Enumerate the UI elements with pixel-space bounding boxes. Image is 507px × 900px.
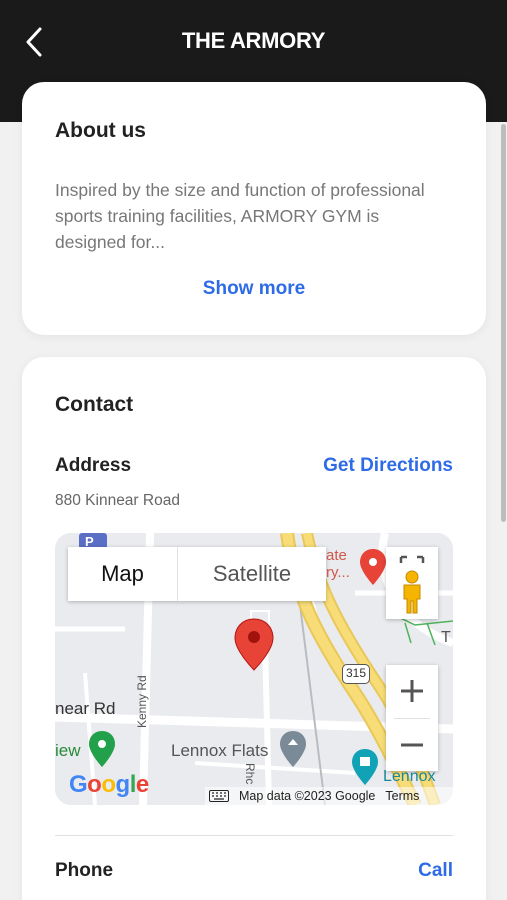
about-description: Inspired by the size and function of pro… <box>55 180 425 252</box>
road-label-rhc: Rhc <box>243 763 257 785</box>
road-label-kenny-rd: Kenny Rd <box>135 675 149 728</box>
section-divider <box>55 835 453 836</box>
get-directions-link[interactable]: Get Directions <box>323 455 453 477</box>
scrollbar[interactable] <box>501 124 506 522</box>
poi-label-lennox-flats: Lennox Flats <box>171 741 269 760</box>
zoom-controls <box>386 665 438 771</box>
phone-label: Phone <box>55 860 114 881</box>
address-label: Address <box>55 455 132 476</box>
plus-icon <box>401 680 423 702</box>
show-more-link[interactable]: Show more <box>22 278 486 300</box>
poi-label-view: iew <box>55 741 81 760</box>
google-logo-letter: e <box>135 771 149 798</box>
address-text: 880 Kinnear Road <box>55 492 180 509</box>
zoom-out-button[interactable] <box>386 719 438 771</box>
call-link[interactable]: Call <box>418 860 453 882</box>
keyboard-icon[interactable] <box>209 790 229 802</box>
pegman-icon <box>403 570 421 614</box>
about-title: About us <box>55 119 146 142</box>
poi-label-ate: ate ry... <box>326 547 350 581</box>
zoom-in-button[interactable] <box>386 665 438 717</box>
map-attribution-bar: Map data ©2023 Google Terms <box>205 787 453 805</box>
google-logo-letter: G <box>69 771 88 798</box>
map-terms-link[interactable]: Terms <box>385 789 419 803</box>
map-type-map-button[interactable]: Map <box>68 547 178 601</box>
route-shield-315: 315 <box>342 664 370 684</box>
google-logo-letter: g <box>115 771 131 798</box>
about-card: About us Inspired by the size and functi… <box>22 82 486 335</box>
map-type-satellite-button[interactable]: Satellite <box>178 547 326 601</box>
street-view-pegman-button[interactable] <box>386 547 438 619</box>
google-logo[interactable]: Google <box>69 771 149 799</box>
map-view[interactable]: P Map Satellite ate ry... near Rd iew Le… <box>55 533 453 805</box>
map-attribution: Map data ©2023 Google <box>239 789 376 803</box>
map-type-toggle: Map Satellite <box>68 547 326 601</box>
road-label-near-rd: near Rd <box>55 699 116 718</box>
google-logo-letter: o <box>87 771 102 798</box>
minus-icon <box>401 743 423 747</box>
google-logo-letter: o <box>101 771 116 798</box>
page-title: THE ARMORY <box>181 28 326 53</box>
contact-title: Contact <box>55 393 134 416</box>
contact-card: Contact Address Get Directions 880 Kinne… <box>22 357 486 900</box>
map-label-t: T <box>441 629 451 646</box>
